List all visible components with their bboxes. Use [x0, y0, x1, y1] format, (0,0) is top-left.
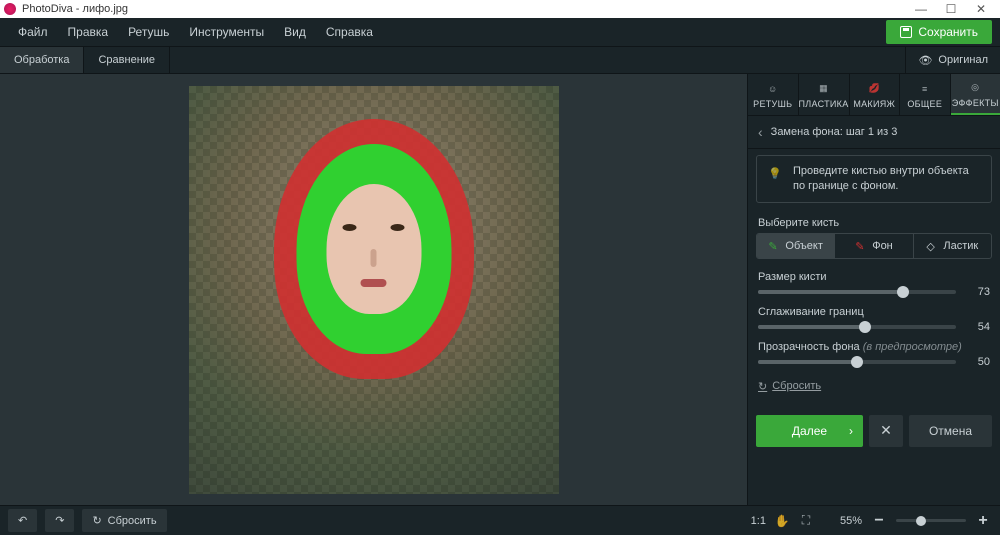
save-icon: [900, 26, 912, 38]
brush-background[interactable]: ✎Фон: [835, 234, 913, 258]
zoom-value: 55%: [840, 515, 862, 527]
canvas-area[interactable]: [0, 74, 747, 505]
app-logo-icon: [4, 3, 16, 15]
smoothing-slider[interactable]: [758, 325, 956, 329]
cancel-button[interactable]: Отмена: [909, 415, 992, 447]
image-canvas[interactable]: [189, 86, 559, 494]
brush-section-label: Выберите кисть: [748, 209, 1000, 233]
zoom-slider[interactable]: [896, 519, 966, 522]
lips-icon: 💋: [866, 81, 882, 97]
close-button[interactable]: ✕: [966, 2, 996, 16]
tooltab-retouch[interactable]: ☺РЕТУШЬ: [748, 74, 799, 115]
redo-button[interactable]: ↷: [45, 509, 74, 532]
slider-brush-size: Размер кисти 73: [748, 267, 1000, 302]
lightbulb-icon: 💡: [765, 164, 785, 184]
menubar: Файл Правка Ретушь Инструменты Вид Справ…: [0, 18, 1000, 46]
breadcrumb: ‹ Замена фона: шаг 1 из 3: [748, 116, 1000, 149]
tooltab-makeup[interactable]: 💋МАКИЯЖ: [850, 74, 901, 115]
slider-label: Размер кисти: [758, 271, 990, 283]
tooltab-plastic[interactable]: ▦ПЛАСТИКА: [799, 74, 850, 115]
next-button[interactable]: Далее ›: [756, 415, 863, 447]
main-area: ☺РЕТУШЬ ▦ПЛАСТИКА 💋МАКИЯЖ ≡ОБЩЕЕ ◎ЭФФЕКТ…: [0, 74, 1000, 505]
portrait-icon: ☺: [765, 81, 781, 97]
menu-help[interactable]: Справка: [316, 25, 383, 39]
eraser-icon: ◇: [926, 240, 938, 252]
brush-icon: ✎: [768, 240, 780, 252]
save-label: Сохранить: [918, 25, 978, 39]
redo-icon: ↷: [55, 514, 64, 527]
eye-icon: 👁: [918, 54, 932, 67]
brush-object[interactable]: ✎Объект: [757, 234, 835, 258]
zoom-in-button[interactable]: +: [974, 512, 992, 530]
menu-edit[interactable]: Правка: [58, 25, 119, 39]
menu-view[interactable]: Вид: [274, 25, 316, 39]
refresh-icon: ↻: [758, 380, 767, 393]
brush-icon: ✎: [855, 240, 867, 252]
grid-icon: ▦: [816, 81, 832, 97]
undo-button[interactable]: ↶: [8, 509, 37, 532]
maximize-button[interactable]: ☐: [936, 2, 966, 16]
panel-reset-link[interactable]: ↻ Сбросить: [748, 372, 1000, 401]
menu-retouch[interactable]: Ретушь: [118, 25, 179, 39]
ratio-label[interactable]: 1:1: [751, 515, 766, 527]
hint-box: 💡 Проведите кистью внутри объекта по гра…: [756, 155, 992, 203]
undo-icon: ↶: [18, 514, 27, 527]
tool-tabs: ☺РЕТУШЬ ▦ПЛАСТИКА 💋МАКИЯЖ ≡ОБЩЕЕ ◎ЭФФЕКТ…: [748, 74, 1000, 116]
slider-smoothing: Сглаживание границ 54: [748, 302, 1000, 337]
focus-icon: ◎: [967, 80, 983, 96]
chevron-right-icon: ›: [849, 424, 853, 438]
face-region: [326, 184, 421, 314]
reset-button[interactable]: ↻Сбросить: [82, 509, 166, 532]
hint-text: Проведите кистью внутри объекта по грани…: [793, 164, 983, 194]
slider-label: Прозрачность фона (в предпросмотре): [758, 341, 990, 353]
menu-tools[interactable]: Инструменты: [179, 25, 274, 39]
tooltab-general[interactable]: ≡ОБЩЕЕ: [900, 74, 951, 115]
back-chevron-icon[interactable]: ‹: [758, 124, 763, 140]
brush-size-slider[interactable]: [758, 290, 956, 294]
brush-selector: ✎Объект ✎Фон ◇Ластик: [756, 233, 992, 259]
original-toggle[interactable]: 👁 Оригинал: [905, 47, 1000, 73]
zoom-out-button[interactable]: −: [870, 512, 888, 530]
breadcrumb-text: Замена фона: шаг 1 из 3: [771, 126, 898, 138]
titlebar: PhotoDiva - лифо.jpg — ☐ ✕: [0, 0, 1000, 18]
tooltab-effects[interactable]: ◎ЭФФЕКТЫ: [951, 74, 1000, 115]
minimize-button[interactable]: —: [906, 2, 936, 16]
brush-size-value: 73: [966, 286, 990, 298]
panel-body: ‹ Замена фона: шаг 1 из 3 💡 Проведите ки…: [748, 116, 1000, 505]
hand-tool-icon[interactable]: ✋: [774, 513, 790, 529]
refresh-icon: ↻: [92, 514, 101, 527]
fit-screen-icon[interactable]: ⛶: [798, 513, 814, 529]
view-toolbar: Обработка Сравнение 👁 Оригинал: [0, 46, 1000, 74]
slider-label: Сглаживание границ: [758, 306, 990, 318]
slider-opacity: Прозрачность фона (в предпросмотре) 50: [748, 337, 1000, 372]
opacity-value: 50: [966, 356, 990, 368]
tab-processing[interactable]: Обработка: [0, 47, 84, 73]
window-title: PhotoDiva - лифо.jpg: [22, 3, 906, 15]
sliders-icon: ≡: [917, 81, 933, 97]
original-label: Оригинал: [938, 54, 988, 66]
cancel-x-button[interactable]: ✕: [869, 415, 903, 447]
smoothing-value: 54: [966, 321, 990, 333]
action-row: Далее › ✕ Отмена: [756, 415, 992, 447]
brush-eraser[interactable]: ◇Ластик: [914, 234, 991, 258]
opacity-slider[interactable]: [758, 360, 956, 364]
tab-compare[interactable]: Сравнение: [84, 47, 170, 73]
right-panel: ☺РЕТУШЬ ▦ПЛАСТИКА 💋МАКИЯЖ ≡ОБЩЕЕ ◎ЭФФЕКТ…: [747, 74, 1000, 505]
bottom-bar: ↶ ↷ ↻Сбросить 1:1 ✋ ⛶ 55% − +: [0, 505, 1000, 535]
save-button[interactable]: Сохранить: [886, 20, 992, 44]
menu-file[interactable]: Файл: [8, 25, 58, 39]
